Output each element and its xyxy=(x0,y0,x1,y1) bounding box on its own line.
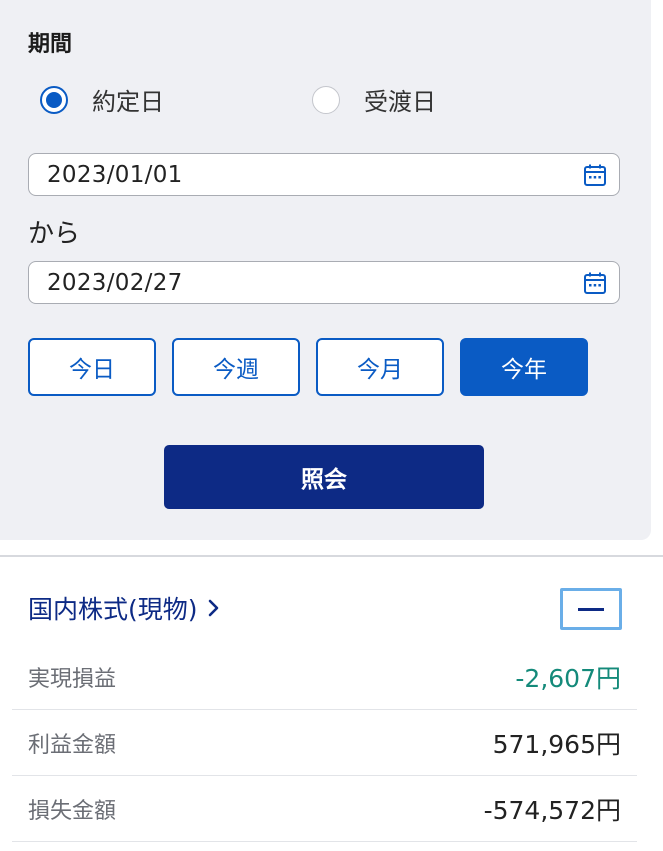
collapse-button[interactable] xyxy=(560,588,622,630)
profit-amount-value: 571,965円 xyxy=(492,729,621,759)
domestic-stock-link[interactable]: 国内株式(現物) xyxy=(28,590,220,626)
domestic-stock-link-label[interactable]: 国内株式(現物) xyxy=(28,590,198,626)
to-date-value[interactable]: 2023/02/27 xyxy=(47,270,183,296)
minus-icon[interactable] xyxy=(578,607,604,611)
realized-pl-value: -2,607円 xyxy=(515,663,621,693)
realized-pl-row: 実現損益 -2,607円 xyxy=(12,644,637,710)
radio-trade-date-label[interactable]: 約定日 xyxy=(92,82,164,117)
radio-trade-date[interactable]: 約定日 xyxy=(40,82,164,117)
this-week-button[interactable]: 今週 xyxy=(172,338,300,396)
profit-amount-label: 利益金額 xyxy=(28,732,117,758)
from-date-field[interactable]: 2023/01/01 xyxy=(28,153,620,196)
from-date-value[interactable]: 2023/01/01 xyxy=(47,162,183,188)
radio-trade-date-indicator[interactable] xyxy=(40,85,68,114)
query-button[interactable]: 照会 xyxy=(164,445,484,509)
calendar-icon[interactable] xyxy=(581,269,609,297)
realized-pl-label: 実現損益 xyxy=(28,666,117,692)
loss-amount-row: 損失金額 -574,572円 xyxy=(12,776,637,842)
calendar-icon[interactable] xyxy=(581,161,609,189)
loss-amount-label: 損失金額 xyxy=(28,798,117,824)
radio-settlement-date-indicator[interactable] xyxy=(312,85,340,114)
this-month-button[interactable]: 今月 xyxy=(316,338,444,396)
period-panel: 期間 約定日 受渡日 2023/01/01 から 2023/02/27 今日 今… xyxy=(0,0,651,540)
loss-amount-value: -574,572円 xyxy=(483,795,621,825)
to-date-field[interactable]: 2023/02/27 xyxy=(28,261,620,304)
today-button[interactable]: 今日 xyxy=(28,338,156,396)
date-range-separator: から xyxy=(28,219,81,249)
profit-amount-row: 利益金額 571,965円 xyxy=(12,710,637,776)
this-year-button[interactable]: 今年 xyxy=(460,338,588,396)
radio-settlement-date-label[interactable]: 受渡日 xyxy=(364,82,436,117)
chevron-right-icon[interactable] xyxy=(208,599,220,617)
period-title: 期間 xyxy=(28,32,73,57)
radio-settlement-date[interactable]: 受渡日 xyxy=(312,82,436,117)
section-divider xyxy=(0,555,663,557)
